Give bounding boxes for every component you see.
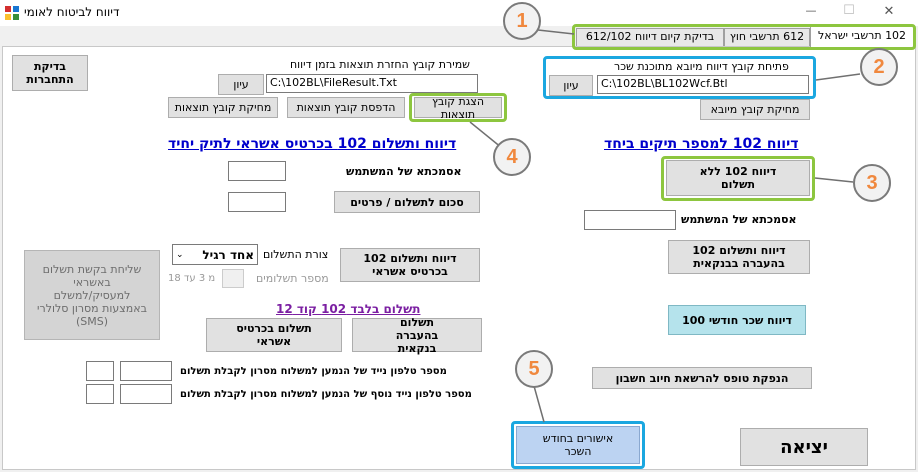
import-file-label: פתיחת קובץ דיווח מיובא מתוכנת שכר	[614, 60, 789, 73]
report-no-payment-button[interactable]: דיווח 102 ללא תשלום	[666, 160, 810, 196]
single-user-ref-label: אסמכתא של המשתמש	[681, 213, 797, 226]
delete-results-button[interactable]: מחיקת קובץ תוצאות	[168, 97, 278, 118]
credit-user-ref-label: אסמכתא של המשתמש	[346, 165, 462, 178]
tab-check-report[interactable]: בדיקת קיום דיווח 612/102	[576, 28, 724, 46]
phone2-number-input[interactable]	[120, 384, 172, 404]
single-user-ref-input[interactable]	[584, 210, 676, 230]
phone2-label: מספר טלפון נייד נוסף של הנמען למשלוח מסר…	[180, 389, 472, 400]
maximize-icon[interactable]: ☐	[834, 3, 864, 18]
import-browse-button[interactable]: עיון	[549, 75, 593, 96]
payment-only-heading[interactable]: תשלום בלבד 102 קוד 12	[276, 302, 420, 316]
line-1	[537, 29, 575, 35]
results-file-input[interactable]: C:\102BL\FileResult.Txt	[266, 74, 478, 93]
callout-3: 3	[853, 164, 891, 202]
payment-credit-card-button[interactable]: תשלום בכרטיס אשראי	[206, 318, 342, 352]
direct-debit-form-button[interactable]: הנפקת טופס להרשאת חיוב חשבון	[592, 367, 812, 389]
phone2-prefix-input[interactable]	[86, 384, 114, 404]
amount-input[interactable]	[228, 192, 286, 212]
report-bank-transfer-button[interactable]: דיווח ותשלום 102 בהעברה בבנקאית	[668, 240, 810, 274]
credit-card-heading[interactable]: דיווח ותשלום 102 בכרטיס אשראי לתיק יחיד	[168, 136, 456, 152]
callout-5: 5	[515, 350, 553, 388]
callout-1: 1	[503, 2, 541, 40]
credit-user-ref-input[interactable]	[228, 161, 286, 181]
results-file-label: שמירת קובץ החזרת תוצאות בזמן דיווח	[290, 58, 470, 71]
print-results-button[interactable]: הדפסת קובץ תוצאות	[287, 97, 405, 118]
phone1-number-input[interactable]	[120, 361, 172, 381]
installments-input[interactable]	[222, 269, 244, 288]
installments-hint: מ 3 עד 18	[168, 273, 216, 284]
amount-details-button[interactable]: סכום לתשלום / פרטים	[334, 191, 480, 213]
window-title: דיווח לביטוח לאומי	[24, 5, 120, 19]
payment-form-label: צורת התשלום	[263, 248, 329, 261]
close-icon[interactable]: ✕	[874, 4, 904, 19]
sms-payment-request-button[interactable]: שליחת בקשת תשלום באשראי למעסיק/למשלם באמ…	[24, 250, 160, 340]
callout-4: 4	[493, 138, 531, 176]
connection-check-button[interactable]: בדיקת התחברות	[12, 55, 88, 91]
callout-2: 2	[860, 48, 898, 86]
minimize-icon[interactable]: —	[796, 4, 826, 17]
phone1-prefix-input[interactable]	[86, 361, 114, 381]
title-bar: דיווח לביטוח לאומי — ☐ ✕	[0, 0, 918, 26]
single-employer-heading[interactable]: דיווח 102 למספר תיקים ביחד	[604, 136, 798, 152]
import-file-input[interactable]: C:\102BL\BL102Wcf.Btl	[597, 75, 809, 94]
exit-button[interactable]: יציאה	[740, 428, 868, 466]
payment-bank-transfer-button[interactable]: תשלום בהעברה בנקאית	[352, 316, 482, 355]
report-credit-card-button[interactable]: דיווח ותשלום 102 בכרטיס אשראי	[340, 248, 480, 282]
tab-foreign-612[interactable]: 612 תרשבי חוץ	[724, 28, 810, 46]
phone1-label: מספר טלפון נייד של הנמען למשלוח מסרון לק…	[180, 366, 447, 377]
chevron-down-icon: ⌄	[176, 249, 184, 260]
monthly-confirmations-button[interactable]: אישורים בחודש השכר	[516, 426, 640, 464]
show-results-button[interactable]: הצגת קובץ תוצאות	[414, 95, 502, 121]
payment-form-value: אחד רגיל	[202, 247, 254, 262]
results-browse-button[interactable]: עיון	[218, 74, 264, 95]
monthly-salary-report-button[interactable]: דיווח שכר חודשי 100	[668, 305, 806, 335]
delete-import-button[interactable]: מחיקת קובץ מיובא	[700, 99, 810, 120]
tab-israeli-102[interactable]: 102 תרשבי ישראל	[810, 26, 914, 47]
installments-label: מספר תשלומים	[256, 272, 329, 285]
payment-form-select[interactable]: אחד רגיל ⌄	[172, 244, 258, 265]
app-icon	[5, 6, 19, 20]
